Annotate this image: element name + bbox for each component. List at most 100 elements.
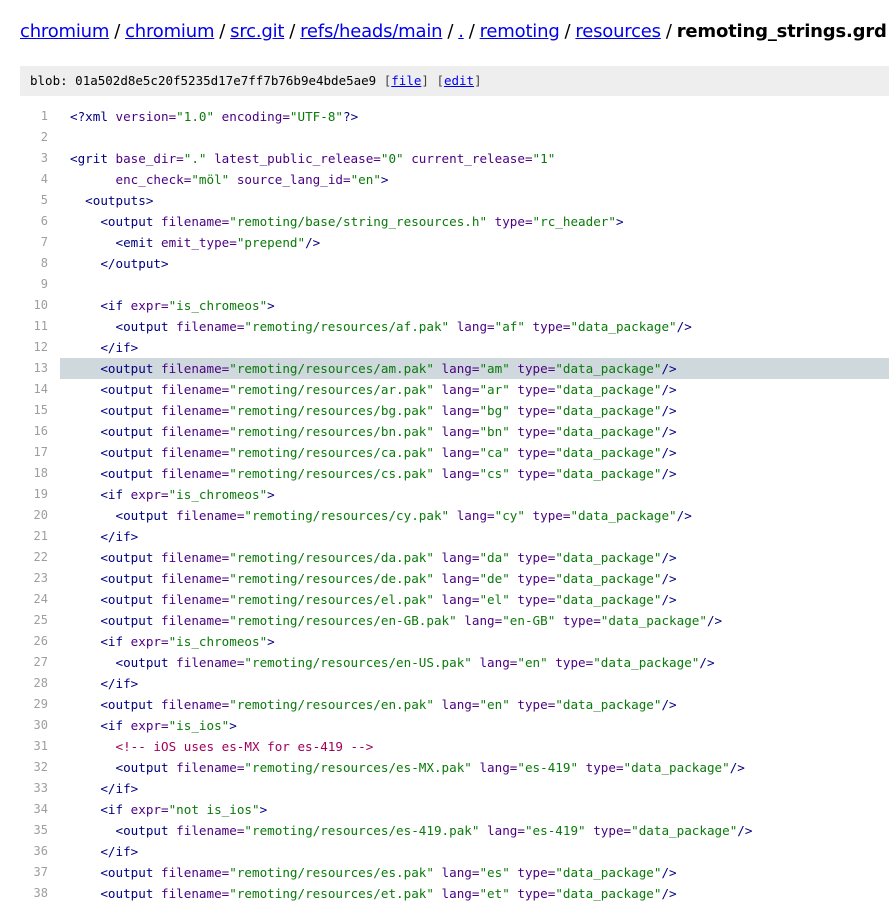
code-token: filename=	[161, 592, 230, 607]
code-token: lang=	[433, 466, 480, 481]
code-token: "en"	[517, 655, 548, 670]
code-token: >	[267, 634, 275, 649]
code-token: "remoting/resources/en-GB.pak"	[229, 613, 457, 628]
line-number[interactable]: 25	[20, 610, 48, 631]
line-number[interactable]: 2	[20, 127, 48, 148]
line-number[interactable]: 27	[20, 652, 48, 673]
breadcrumb-link-ref[interactable]: refs/heads/main	[300, 21, 442, 42]
code-token: <output	[70, 865, 161, 880]
code-line: 28 </if>	[20, 673, 889, 694]
line-number[interactable]: 34	[20, 799, 48, 820]
line-number[interactable]: 4	[20, 169, 48, 190]
file-link[interactable]: file	[391, 73, 421, 88]
code-token: "es"	[479, 865, 510, 880]
line-number[interactable]: 12	[20, 337, 48, 358]
code-token: filename=	[176, 823, 245, 838]
code-token: <output	[70, 445, 161, 460]
line-number[interactable]: 20	[20, 505, 48, 526]
breadcrumb-link-repo[interactable]: src.git	[230, 21, 284, 42]
code-token: filename=	[176, 508, 245, 523]
code-token: "ca"	[479, 445, 510, 460]
line-number[interactable]: 9	[20, 274, 48, 295]
line-number[interactable]: 13	[20, 358, 48, 379]
code-line: 25 <output filename="remoting/resources/…	[20, 610, 889, 631]
code-token: "data_package"	[555, 382, 662, 397]
line-number[interactable]: 22	[20, 547, 48, 568]
code-token: "data_package"	[593, 655, 700, 670]
code-token: "data_package"	[555, 592, 662, 607]
code-token: filename=	[161, 214, 230, 229]
line-number[interactable]: 5	[20, 190, 48, 211]
line-number[interactable]: 19	[20, 484, 48, 505]
breadcrumb-link-remoting[interactable]: remoting	[480, 21, 560, 42]
line-number[interactable]: 37	[20, 862, 48, 883]
line-number[interactable]: 29	[20, 694, 48, 715]
code-line: 38 <output filename="remoting/resources/…	[20, 883, 889, 904]
line-number[interactable]: 31	[20, 736, 48, 757]
code-token: />	[661, 466, 677, 481]
line-number[interactable]: 15	[20, 400, 48, 421]
line-number[interactable]: 26	[20, 631, 48, 652]
line-number[interactable]: 10	[20, 295, 48, 316]
line-number[interactable]: 17	[20, 442, 48, 463]
code-line: 24 <output filename="remoting/resources/…	[20, 589, 889, 610]
code-token: version=	[115, 109, 177, 124]
code-token: <if	[70, 634, 131, 649]
line-number[interactable]: 8	[20, 253, 48, 274]
code-line: 14 <output filename="remoting/resources/…	[20, 379, 889, 400]
code-token: type=	[509, 424, 556, 439]
line-number[interactable]: 18	[20, 463, 48, 484]
code-token: <?xml	[70, 109, 116, 124]
line-number[interactable]: 30	[20, 715, 48, 736]
line-text: <output filename="remoting/base/string_r…	[70, 211, 623, 232]
breadcrumb-link-resources[interactable]: resources	[575, 21, 661, 42]
code-line: 7 <emit emit_type="prepend"/>	[20, 232, 889, 253]
line-text: <if expr="is_chromeos">	[70, 631, 275, 652]
code-token: />	[661, 865, 677, 880]
code-token: <output	[70, 550, 161, 565]
line-text: <output filename="remoting/resources/da.…	[70, 547, 676, 568]
line-number[interactable]: 23	[20, 568, 48, 589]
code-token: "da"	[479, 550, 510, 565]
line-number[interactable]: 6	[20, 211, 48, 232]
line-text: </if>	[70, 337, 138, 358]
code-token: lang=	[471, 655, 518, 670]
code-line: 37 <output filename="remoting/resources/…	[20, 862, 889, 883]
line-number[interactable]: 24	[20, 589, 48, 610]
line-number[interactable]: 14	[20, 379, 48, 400]
code-token: ?>	[343, 109, 359, 124]
line-number[interactable]: 32	[20, 757, 48, 778]
code-token: filename=	[161, 361, 230, 376]
line-text: <outputs>	[70, 190, 153, 211]
line-number[interactable]: 3	[20, 148, 48, 169]
code-token: <output	[70, 697, 161, 712]
line-text: <output filename="remoting/resources/am.…	[70, 358, 676, 379]
breadcrumb-link-host[interactable]: chromium	[20, 21, 109, 42]
code-token: filename=	[161, 403, 230, 418]
line-number[interactable]: 35	[20, 820, 48, 841]
line-text: <output filename="remoting/resources/el.…	[70, 589, 676, 610]
code-token: type=	[555, 613, 601, 628]
breadcrumb-link-project[interactable]: chromium	[125, 21, 214, 42]
code-token: "data_package"	[555, 571, 662, 586]
line-number[interactable]: 16	[20, 421, 48, 442]
line-number[interactable]: 7	[20, 232, 48, 253]
bracket: ]	[421, 73, 429, 88]
code-token: "cy"	[494, 508, 525, 523]
code-token: "ar"	[479, 382, 510, 397]
line-number[interactable]: 28	[20, 673, 48, 694]
line-number[interactable]: 1	[20, 106, 48, 127]
line-text: </if>	[70, 526, 138, 547]
line-number[interactable]: 21	[20, 526, 48, 547]
line-number[interactable]: 36	[20, 841, 48, 862]
edit-link[interactable]: edit	[444, 73, 474, 88]
line-number[interactable]: 33	[20, 778, 48, 799]
line-text: <output filename="remoting/resources/bn.…	[70, 421, 676, 442]
code-line: 15 <output filename="remoting/resources/…	[20, 400, 889, 421]
line-number[interactable]: 38	[20, 883, 48, 904]
code-token: "data_package"	[555, 886, 662, 901]
breadcrumb-link-root[interactable]: .	[458, 21, 464, 42]
code-token: />	[729, 760, 745, 775]
code-token: />	[661, 382, 677, 397]
line-number[interactable]: 11	[20, 316, 48, 337]
